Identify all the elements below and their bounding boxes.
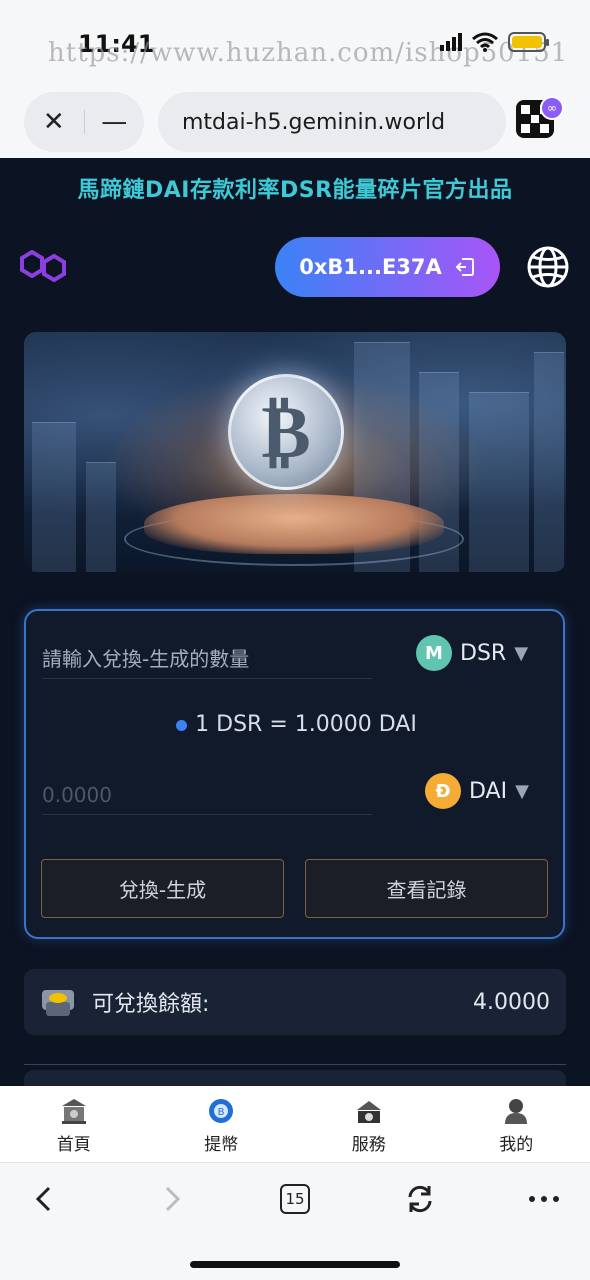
tab-profile[interactable]: 我的 — [443, 1086, 590, 1162]
tab-label-home: 首頁 — [56, 1135, 91, 1155]
polygon-logo-icon — [20, 249, 66, 283]
home-indicator — [190, 1261, 400, 1268]
svg-text:B: B — [218, 1107, 225, 1118]
tab-label-service: 服務 — [351, 1135, 386, 1155]
wifi-icon — [472, 32, 498, 52]
globe-icon[interactable] — [526, 245, 570, 289]
bottom-tab-bar: 首頁 B 提幣 服務 我的 — [0, 1086, 590, 1162]
status-bar: 11:41 https://www.huzhan.com/ishop50151 — [0, 0, 590, 90]
rate-dot-icon — [176, 719, 188, 731]
balance-label: 可兌換餘額: — [92, 992, 210, 1017]
hand-image — [144, 494, 444, 554]
tab-label-withdraw: 提幣 — [204, 1135, 239, 1155]
browser-top-bar: ✕ — mtdai-h5.geminin.world ∞ — [0, 90, 590, 158]
history-button[interactable]: 查看記錄 — [305, 859, 548, 918]
service-icon — [356, 1101, 381, 1123]
balance-card: 可兌換餘額: 4.0000 — [24, 969, 566, 1035]
profile-icon — [505, 1099, 528, 1124]
balance-value: 4.0000 — [473, 989, 550, 1015]
close-icon[interactable]: ✕ — [24, 92, 84, 152]
home-bank-icon — [61, 1099, 86, 1124]
back-icon[interactable] — [28, 1179, 60, 1219]
banner-image: ₿ — [24, 332, 566, 572]
divider — [24, 1064, 566, 1065]
to-token-label: DAI — [469, 778, 508, 804]
dai-token-icon: Đ — [425, 773, 461, 809]
coin-withdraw-icon: B — [209, 1099, 234, 1123]
rate-text: 1 DSR = 1.0000 DAI — [195, 712, 417, 737]
tab-home[interactable]: 首頁 — [0, 1086, 148, 1162]
page-title: 馬蹄鏈DAI存款利率DSR能量碎片官方出品 — [77, 178, 513, 203]
status-icons — [440, 32, 549, 52]
chevron-down-icon: ▼ — [515, 780, 529, 802]
dapp-content: 馬蹄鏈DAI存款利率DSR能量碎片官方出品 0xB1...E37A ₿ M DS… — [0, 158, 590, 1086]
forward-icon[interactable] — [156, 1179, 188, 1219]
bitcoin-coin-icon: ₿ — [228, 374, 344, 490]
signal-icon — [440, 33, 462, 51]
tab-withdraw[interactable]: B 提幣 — [148, 1086, 296, 1162]
output-amount: 0.0000 — [42, 775, 372, 815]
browser-controls: ✕ — — [24, 92, 144, 152]
amount-input[interactable] — [42, 639, 372, 679]
minus-icon[interactable]: — — [84, 92, 144, 152]
next-card — [24, 1070, 566, 1086]
more-icon[interactable] — [526, 1179, 562, 1219]
logout-icon — [455, 258, 474, 276]
from-token-label: DSR — [460, 640, 507, 666]
battery-icon — [508, 32, 549, 52]
dsr-token-icon: M — [416, 635, 452, 671]
tabs-icon[interactable]: 15 — [279, 1179, 311, 1219]
wallet-address-button[interactable]: 0xB1...E37A — [275, 237, 500, 297]
tab-label-profile: 我的 — [499, 1135, 534, 1155]
url-bar[interactable]: mtdai-h5.geminin.world — [158, 92, 506, 152]
swap-card: M DSR ▼ 1 DSR = 1.0000 DAI 0.0000 Đ DAI … — [24, 609, 565, 939]
to-token-select[interactable]: Đ DAI ▼ — [425, 773, 529, 809]
chevron-down-icon: ▼ — [514, 642, 529, 664]
tab-service[interactable]: 服務 — [295, 1086, 443, 1162]
refresh-icon[interactable] — [402, 1179, 438, 1219]
browser-bottom-bar: 15 — [0, 1162, 590, 1280]
tab-count: 15 — [280, 1184, 310, 1214]
exchange-button[interactable]: 兌換-生成 — [41, 859, 284, 918]
wallet-coin-icon — [42, 990, 74, 1016]
from-token-select[interactable]: M DSR ▼ — [416, 635, 528, 671]
link-badge-icon: ∞ — [540, 96, 564, 120]
exchange-rate: 1 DSR = 1.0000 DAI — [26, 712, 567, 737]
wallet-address: 0xB1...E37A — [299, 255, 442, 279]
